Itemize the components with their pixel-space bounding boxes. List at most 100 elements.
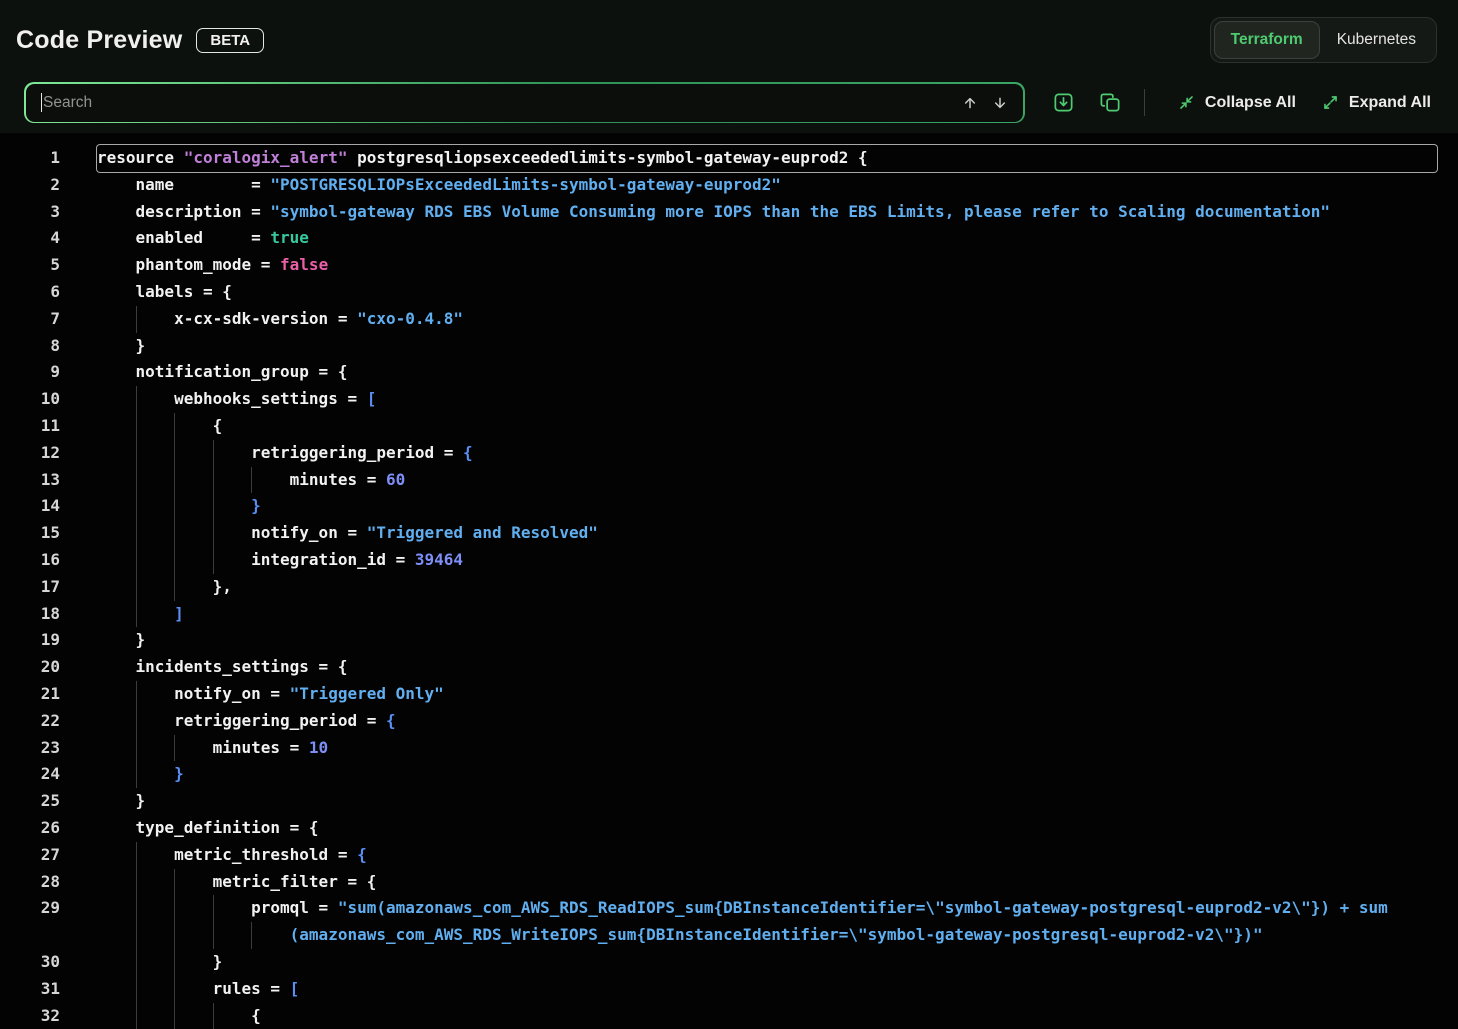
code-line: 1resource "coralogix_alert" postgresqlio… (0, 145, 1437, 172)
code-line: 14} (0, 493, 1437, 520)
line-number: 28 (0, 869, 60, 896)
code-text: } (97, 949, 1437, 976)
line-number: 5 (0, 252, 60, 279)
code-line: 18] (0, 601, 1437, 628)
toggle-terraform[interactable]: Terraform (1215, 22, 1319, 58)
line-number: 31 (0, 976, 60, 1003)
header: Code Preview BETA Terraform Kubernetes (0, 0, 1458, 74)
line-number: 26 (0, 815, 60, 842)
line-number: 22 (0, 708, 60, 735)
line-number: 20 (0, 654, 60, 681)
expand-all-label: Expand All (1349, 94, 1431, 112)
line-number: 2 (0, 172, 60, 199)
code-line: 22 retriggering_period = { (0, 708, 1437, 735)
code-text: } (97, 761, 1437, 788)
code-text: incidents_settings = { (97, 654, 1437, 681)
expand-icon (1321, 93, 1340, 112)
collapse-all-label: Collapse All (1205, 94, 1296, 112)
line-number: 13 (0, 467, 60, 494)
code-text: } (97, 627, 1437, 654)
code-text: phantom_mode = false (97, 252, 1437, 279)
view-toggle: Terraform Kubernetes (1210, 17, 1437, 63)
page-title: Code Preview (16, 26, 182, 55)
line-number: 6 (0, 279, 60, 306)
code-line: 9 notification_group = { (0, 359, 1437, 386)
code-text: ] (97, 601, 1437, 628)
code-viewer[interactable]: 1resource "coralogix_alert" postgresqlio… (0, 133, 1458, 1029)
copy-button[interactable] (1094, 86, 1127, 119)
code-text: { (97, 1003, 1437, 1029)
code-text: x-cx-sdk-version = "cxo-0.4.8" (97, 306, 1437, 333)
toolbar-divider (1144, 89, 1145, 116)
collapse-all-button[interactable]: Collapse All (1171, 89, 1302, 116)
code-text: rules = [ (97, 976, 1437, 1003)
code-text: name = "POSTGRESQLIOPsExceededLimits-sym… (97, 172, 1437, 199)
code-text: promql = "sum(amazonaws_com_AWS_RDS_Read… (97, 895, 1437, 922)
code-text: } (97, 493, 1437, 520)
code-line: 6 labels = { (0, 279, 1437, 306)
code-line: 12 retriggering_period = { (0, 440, 1437, 467)
line-number: 32 (0, 1003, 60, 1029)
code-text: retriggering_period = { (97, 708, 1437, 735)
line-number: 3 (0, 199, 60, 226)
code-line: 25} (0, 788, 1437, 815)
code-line: 3 description = "symbol-gateway RDS EBS V… (0, 199, 1437, 226)
code-text: minutes = 10 (97, 735, 1437, 762)
line-number: 30 (0, 949, 60, 976)
code-text: { (97, 413, 1437, 440)
code-text: notification_group = { (97, 359, 1437, 386)
code-line: 10webhooks_settings = [ (0, 386, 1437, 413)
line-number (0, 922, 60, 949)
line-number: 21 (0, 681, 60, 708)
code-line: 24} (0, 761, 1437, 788)
code-text: notify_on = "Triggered and Resolved" (97, 520, 1437, 547)
search-bar-inner (26, 84, 1024, 122)
code-line: 13 minutes = 60 (0, 467, 1437, 494)
line-number: 19 (0, 627, 60, 654)
line-number: 16 (0, 547, 60, 574)
code-line: 20 incidents_settings = { (0, 654, 1437, 681)
line-number: 23 (0, 735, 60, 762)
code-text: metric_threshold = { (97, 842, 1437, 869)
code-line: 5 phantom_mode = false (0, 252, 1437, 279)
code-line: 11{ (0, 413, 1437, 440)
search-prev-button[interactable] (955, 91, 985, 115)
code-text: retriggering_period = { (97, 440, 1437, 467)
title-wrap: Code Preview BETA (16, 26, 264, 55)
code-text: integration_id = 39464 (97, 547, 1437, 574)
line-number: 4 (0, 225, 60, 252)
code-line: 30} (0, 949, 1437, 976)
toggle-kubernetes[interactable]: Kubernetes (1321, 22, 1432, 58)
line-number: 24 (0, 761, 60, 788)
search-bar (24, 82, 1025, 123)
line-number: 25 (0, 788, 60, 815)
download-button[interactable] (1047, 86, 1080, 119)
search-next-button[interactable] (985, 91, 1015, 115)
code-line: 16 integration_id = 39464 (0, 547, 1437, 574)
code-text-selected: resource "coralogix_alert" postgresqliop… (97, 145, 1437, 172)
code-line: 32 { (0, 1003, 1437, 1029)
search-input[interactable] (42, 94, 955, 112)
code-line: 19} (0, 627, 1437, 654)
code-line: 7x-cx-sdk-version = "cxo-0.4.8" (0, 306, 1437, 333)
code-text: description = "symbol-gateway RDS EBS Vo… (97, 199, 1437, 226)
code-text: labels = { (97, 279, 1437, 306)
code-line: 8} (0, 333, 1437, 360)
code-line: 23 minutes = 10 (0, 735, 1437, 762)
line-number: 10 (0, 386, 60, 413)
line-number: 12 (0, 440, 60, 467)
copy-icon (1099, 91, 1122, 114)
line-number: 14 (0, 493, 60, 520)
code-text: }, (97, 574, 1437, 601)
line-number: 8 (0, 333, 60, 360)
expand-all-button[interactable]: Expand All (1315, 89, 1437, 116)
beta-badge: BETA (196, 28, 264, 53)
code-line: 29promql = "sum(amazonaws_com_AWS_RDS_Re… (0, 895, 1437, 922)
line-number: 18 (0, 601, 60, 628)
arrow-down-icon (992, 95, 1008, 111)
code-line: 27metric_threshold = { (0, 842, 1437, 869)
line-number: 9 (0, 359, 60, 386)
arrow-up-icon (962, 95, 978, 111)
code-text: minutes = 60 (97, 467, 1437, 494)
collapse-icon (1177, 93, 1196, 112)
